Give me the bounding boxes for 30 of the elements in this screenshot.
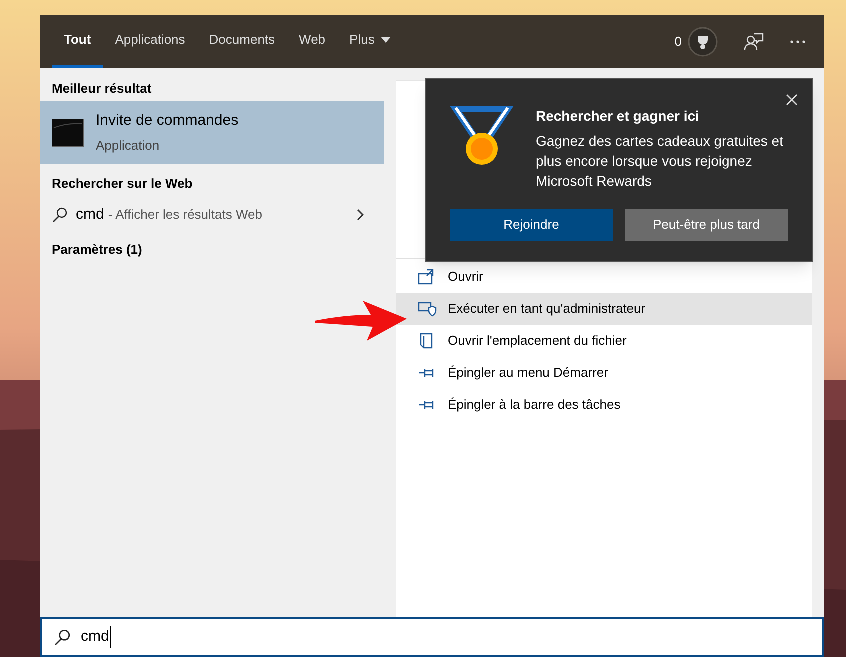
points-count: 0	[674, 32, 682, 51]
shield-icon	[418, 301, 437, 317]
section-heading: Meilleur résultat	[51, 80, 153, 98]
tab[interactable]: Applications	[103, 15, 198, 68]
close-icon[interactable]	[786, 94, 798, 106]
later-button[interactable]: Peut-être plus tard	[625, 209, 788, 241]
web-result[interactable]: cmd - Afficher les résultats Web	[40, 198, 384, 232]
query-text: cmd	[76, 204, 104, 225]
tab[interactable]: Web	[287, 15, 338, 68]
best-match-item[interactable]: Invite de commandes Application	[40, 101, 384, 164]
result-type: Application	[96, 137, 161, 155]
join-button[interactable]: Rejoindre	[450, 209, 613, 241]
section-heading: Paramètres (1)	[51, 241, 144, 259]
tab[interactable]: Documents	[197, 15, 288, 68]
action-item[interactable]: Exécuter en tant qu'administrateur	[396, 293, 812, 325]
search-icon	[52, 207, 68, 223]
web-hint: - Afficher les résultats Web	[108, 206, 262, 224]
popup-title: Rechercher et gagner ici	[536, 107, 700, 126]
result-title: Invite de commandes	[96, 110, 239, 130]
feedback-icon[interactable]	[744, 32, 764, 50]
section-heading: Rechercher sur le Web	[51, 175, 194, 193]
trophy-icon[interactable]	[688, 26, 718, 56]
search-field[interactable]: cmd	[40, 617, 824, 657]
terminal-icon	[52, 118, 84, 146]
more-icon[interactable]	[790, 40, 806, 44]
popup-message: Gagnez des cartes cadeaux gratuites et plus encore lorsque vous rejoignez Microsoft Rewards	[536, 132, 784, 191]
medal-icon	[450, 106, 514, 166]
tab[interactable]: Plus	[338, 15, 403, 68]
chevron-icon[interactable]	[357, 209, 364, 221]
search-icon	[54, 628, 71, 646]
